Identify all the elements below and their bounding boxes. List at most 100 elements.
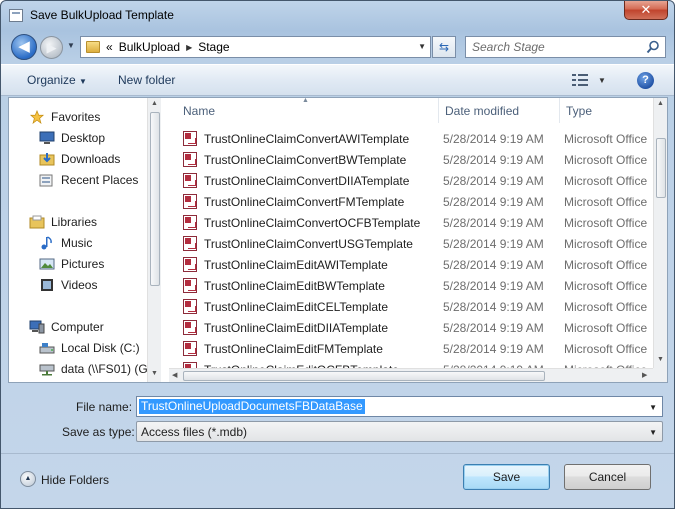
- access-file-icon: [183, 341, 197, 356]
- forward-button[interactable]: ▶: [40, 36, 63, 59]
- search-icon[interactable]: [646, 40, 660, 54]
- scroll-right-icon[interactable]: ▶: [642, 371, 647, 379]
- access-file-icon: [183, 320, 197, 335]
- file-date: 5/28/2014 9:19 AM: [443, 300, 544, 314]
- file-date: 5/28/2014 9:19 AM: [443, 237, 544, 251]
- file-row[interactable]: TrustOnlineClaimEditAWITemplate 5/28/2014…: [169, 254, 653, 275]
- file-row[interactable]: TrustOnlineClaimEditCELTemplate 5/28/2014…: [169, 296, 653, 317]
- address-bar[interactable]: « BulkUpload ▶ Stage ▼: [80, 36, 431, 58]
- scroll-down-icon[interactable]: ▼: [151, 370, 158, 377]
- nav-music-label: Music: [61, 236, 93, 250]
- file-date: 5/28/2014 9:19 AM: [443, 153, 544, 167]
- save-as-type-label: Save as type:: [62, 425, 135, 439]
- file-row[interactable]: TrustOnlineClaimConvertBWTemplate 5/28/20…: [169, 149, 653, 170]
- file-name: TrustOnlineClaimConvertDIIATemplate: [204, 174, 410, 188]
- nav-computer-label: Computer: [51, 320, 104, 334]
- breadcrumb-overflow[interactable]: «: [106, 40, 113, 54]
- view-options-dropdown-icon[interactable]: ▼: [598, 76, 606, 85]
- breadcrumb-stage[interactable]: Stage: [198, 40, 229, 54]
- title-bar[interactable]: Save BulkUpload Template ✕: [1, 1, 674, 31]
- nav-videos-label: Videos: [61, 278, 98, 292]
- access-file-icon: [183, 173, 197, 188]
- hide-folders-button[interactable]: Hide Folders: [41, 473, 109, 487]
- nav-favorites-label: Favorites: [51, 110, 101, 124]
- save-button[interactable]: Save: [463, 464, 550, 490]
- command-bar: Organize ▼ New folder ▼ ?: [1, 64, 674, 96]
- file-list-horizontal-scrollbar[interactable]: ◀ ▶: [169, 368, 653, 382]
- file-row[interactable]: TrustOnlineClaimConvertAWITemplate 5/28/2…: [169, 128, 653, 149]
- file-row[interactable]: TrustOnlineClaimEditDIIATemplate 5/28/201…: [169, 317, 653, 338]
- save-as-type-dropdown-icon[interactable]: ▼: [649, 428, 657, 437]
- recent-locations-dropdown-icon[interactable]: ▼: [67, 41, 77, 51]
- browser-area: Favorites Desktop Downloads Recent Place…: [8, 97, 668, 383]
- address-dropdown-icon[interactable]: ▼: [418, 42, 426, 51]
- search-input[interactable]: [472, 39, 642, 55]
- breadcrumb-bulkupload[interactable]: BulkUpload: [119, 40, 180, 54]
- file-row[interactable]: TrustOnlineClaimEditFMTemplate 5/28/2014 …: [169, 338, 653, 359]
- file-row[interactable]: TrustOnlineClaimConvertOCFBTemplate 5/28/…: [169, 212, 653, 233]
- nav-videos[interactable]: Videos: [39, 275, 97, 295]
- search-box[interactable]: [465, 36, 666, 58]
- pane-splitter[interactable]: [161, 98, 169, 382]
- change-view-icon[interactable]: [572, 74, 588, 86]
- window-app-icon: [9, 9, 23, 22]
- cancel-button[interactable]: Cancel: [564, 464, 651, 490]
- nav-computer[interactable]: Computer: [29, 317, 104, 337]
- nav-desktop[interactable]: Desktop: [39, 128, 105, 148]
- nav-libraries[interactable]: Libraries: [29, 212, 97, 232]
- nav-recent-places-label: Recent Places: [61, 173, 139, 187]
- save-as-type-select[interactable]: Access files (*.mdb) ▼: [136, 421, 663, 442]
- column-header-type[interactable]: Type: [560, 98, 660, 123]
- file-name-dropdown-icon[interactable]: ▼: [649, 403, 657, 412]
- nav-local-disk[interactable]: Local Disk (C:): [39, 338, 140, 358]
- file-name: TrustOnlineClaimConvertFMTemplate: [204, 195, 405, 209]
- scroll-thumb[interactable]: [150, 112, 160, 286]
- file-name-label: File name:: [76, 400, 133, 414]
- navigation-pane-scrollbar[interactable]: ▲ ▼: [147, 98, 161, 382]
- file-row[interactable]: TrustOnlineClaimEditBWTemplate 5/28/2014 …: [169, 275, 653, 296]
- column-header-date-modified[interactable]: Date modified: [439, 98, 560, 123]
- file-name-field[interactable]: TrustOnlineUploadDocumetsFBDataBase ▼: [136, 396, 663, 417]
- scroll-thumb[interactable]: [656, 138, 666, 198]
- nav-favorites[interactable]: Favorites: [29, 107, 100, 127]
- scrollbar-corner: [653, 368, 667, 382]
- nav-network-drive[interactable]: data (\\FS01) (G:: [39, 359, 151, 379]
- column-header-name[interactable]: Name: [177, 98, 439, 123]
- recent-places-icon: [39, 174, 53, 187]
- nav-downloads[interactable]: Downloads: [39, 149, 120, 169]
- scroll-down-icon[interactable]: ▼: [657, 356, 664, 363]
- scroll-left-icon[interactable]: ◀: [172, 371, 177, 379]
- scroll-thumb[interactable]: [183, 371, 545, 381]
- file-name: TrustOnlineClaimEditBWTemplate: [204, 279, 385, 293]
- save-as-type-value: Access files (*.mdb): [141, 425, 248, 439]
- scroll-up-icon[interactable]: ▲: [151, 100, 158, 107]
- navigation-pane: Favorites Desktop Downloads Recent Place…: [9, 98, 161, 382]
- local-disk-icon: [39, 343, 55, 354]
- file-type: Microsoft Office: [564, 195, 648, 209]
- chevron-up-icon[interactable]: ▲: [20, 471, 36, 487]
- file-list-vertical-scrollbar[interactable]: ▲ ▼: [653, 98, 667, 368]
- help-icon[interactable]: ?: [637, 72, 654, 89]
- libraries-icon: [29, 215, 45, 229]
- refresh-button[interactable]: ⇆: [432, 36, 456, 58]
- chevron-right-icon[interactable]: ▶: [186, 43, 192, 52]
- network-drive-icon: [39, 364, 55, 376]
- file-row[interactable]: TrustOnlineClaimConvertDIIATemplate 5/28/…: [169, 170, 653, 191]
- new-folder-button[interactable]: New folder: [118, 73, 175, 87]
- breadcrumb: « BulkUpload ▶ Stage: [106, 40, 230, 54]
- nav-pictures[interactable]: Pictures: [39, 254, 104, 274]
- organize-button[interactable]: Organize ▼: [27, 73, 87, 87]
- access-file-icon: [183, 299, 197, 314]
- file-row[interactable]: TrustOnlineClaimConvertFMTemplate 5/28/20…: [169, 191, 653, 212]
- file-row[interactable]: TrustOnlineClaimConvertUSGTemplate 5/28/2…: [169, 233, 653, 254]
- file-name-value[interactable]: TrustOnlineUploadDocumetsFBDataBase: [139, 399, 365, 414]
- nav-music[interactable]: Music: [39, 233, 92, 253]
- nav-recent-places[interactable]: Recent Places: [39, 170, 138, 190]
- nav-network-drive-label: data (\\FS01) (G:: [61, 362, 152, 376]
- star-icon: [29, 110, 45, 124]
- close-button[interactable]: ✕: [624, 1, 668, 20]
- back-button[interactable]: ◀: [11, 34, 37, 60]
- file-type: Microsoft Office: [564, 258, 648, 272]
- access-file-icon: [183, 278, 197, 293]
- scroll-up-icon[interactable]: ▲: [657, 100, 664, 107]
